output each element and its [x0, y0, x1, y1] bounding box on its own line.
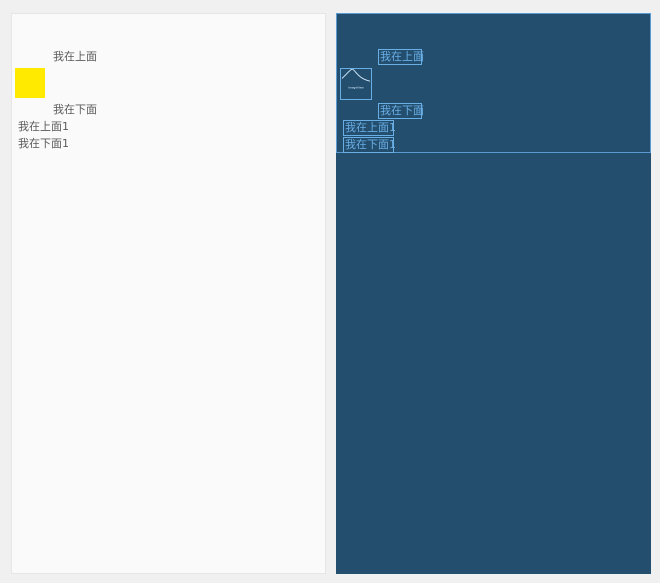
blueprint-top-text-view[interactable]: 我在上面 [378, 49, 424, 65]
blueprint-bottom-text-view-1[interactable]: 我在下面1 [343, 137, 396, 153]
blueprint-bottom-text-view[interactable]: 我在下面 [378, 103, 424, 119]
bottom-text-view[interactable]: 我在下面 [53, 103, 97, 117]
image-view-label: ImageView [348, 86, 364, 90]
design-preview-panel[interactable]: 我在上面 我在下面 我在上面1 我在下面1 [11, 13, 326, 574]
layout-editor-canvas: 我在上面 我在下面 我在上面1 我在下面1 我在上面 ImageView 我在下… [0, 0, 660, 583]
top-text-view-1[interactable]: 我在上面1 [18, 120, 69, 134]
top-text-view[interactable]: 我在上面 [53, 50, 97, 64]
bottom-text-view-1[interactable]: 我在下面1 [18, 137, 69, 151]
image-placeholder-icon: ImageView [341, 69, 371, 90]
blueprint-image-view[interactable]: ImageView [340, 68, 372, 100]
blueprint-top-text-view-1[interactable]: 我在上面1 [343, 120, 396, 136]
yellow-image-view[interactable] [15, 68, 45, 98]
blueprint-panel[interactable]: 我在上面 ImageView 我在下面 我在上面1 我在下面1 [336, 13, 651, 574]
